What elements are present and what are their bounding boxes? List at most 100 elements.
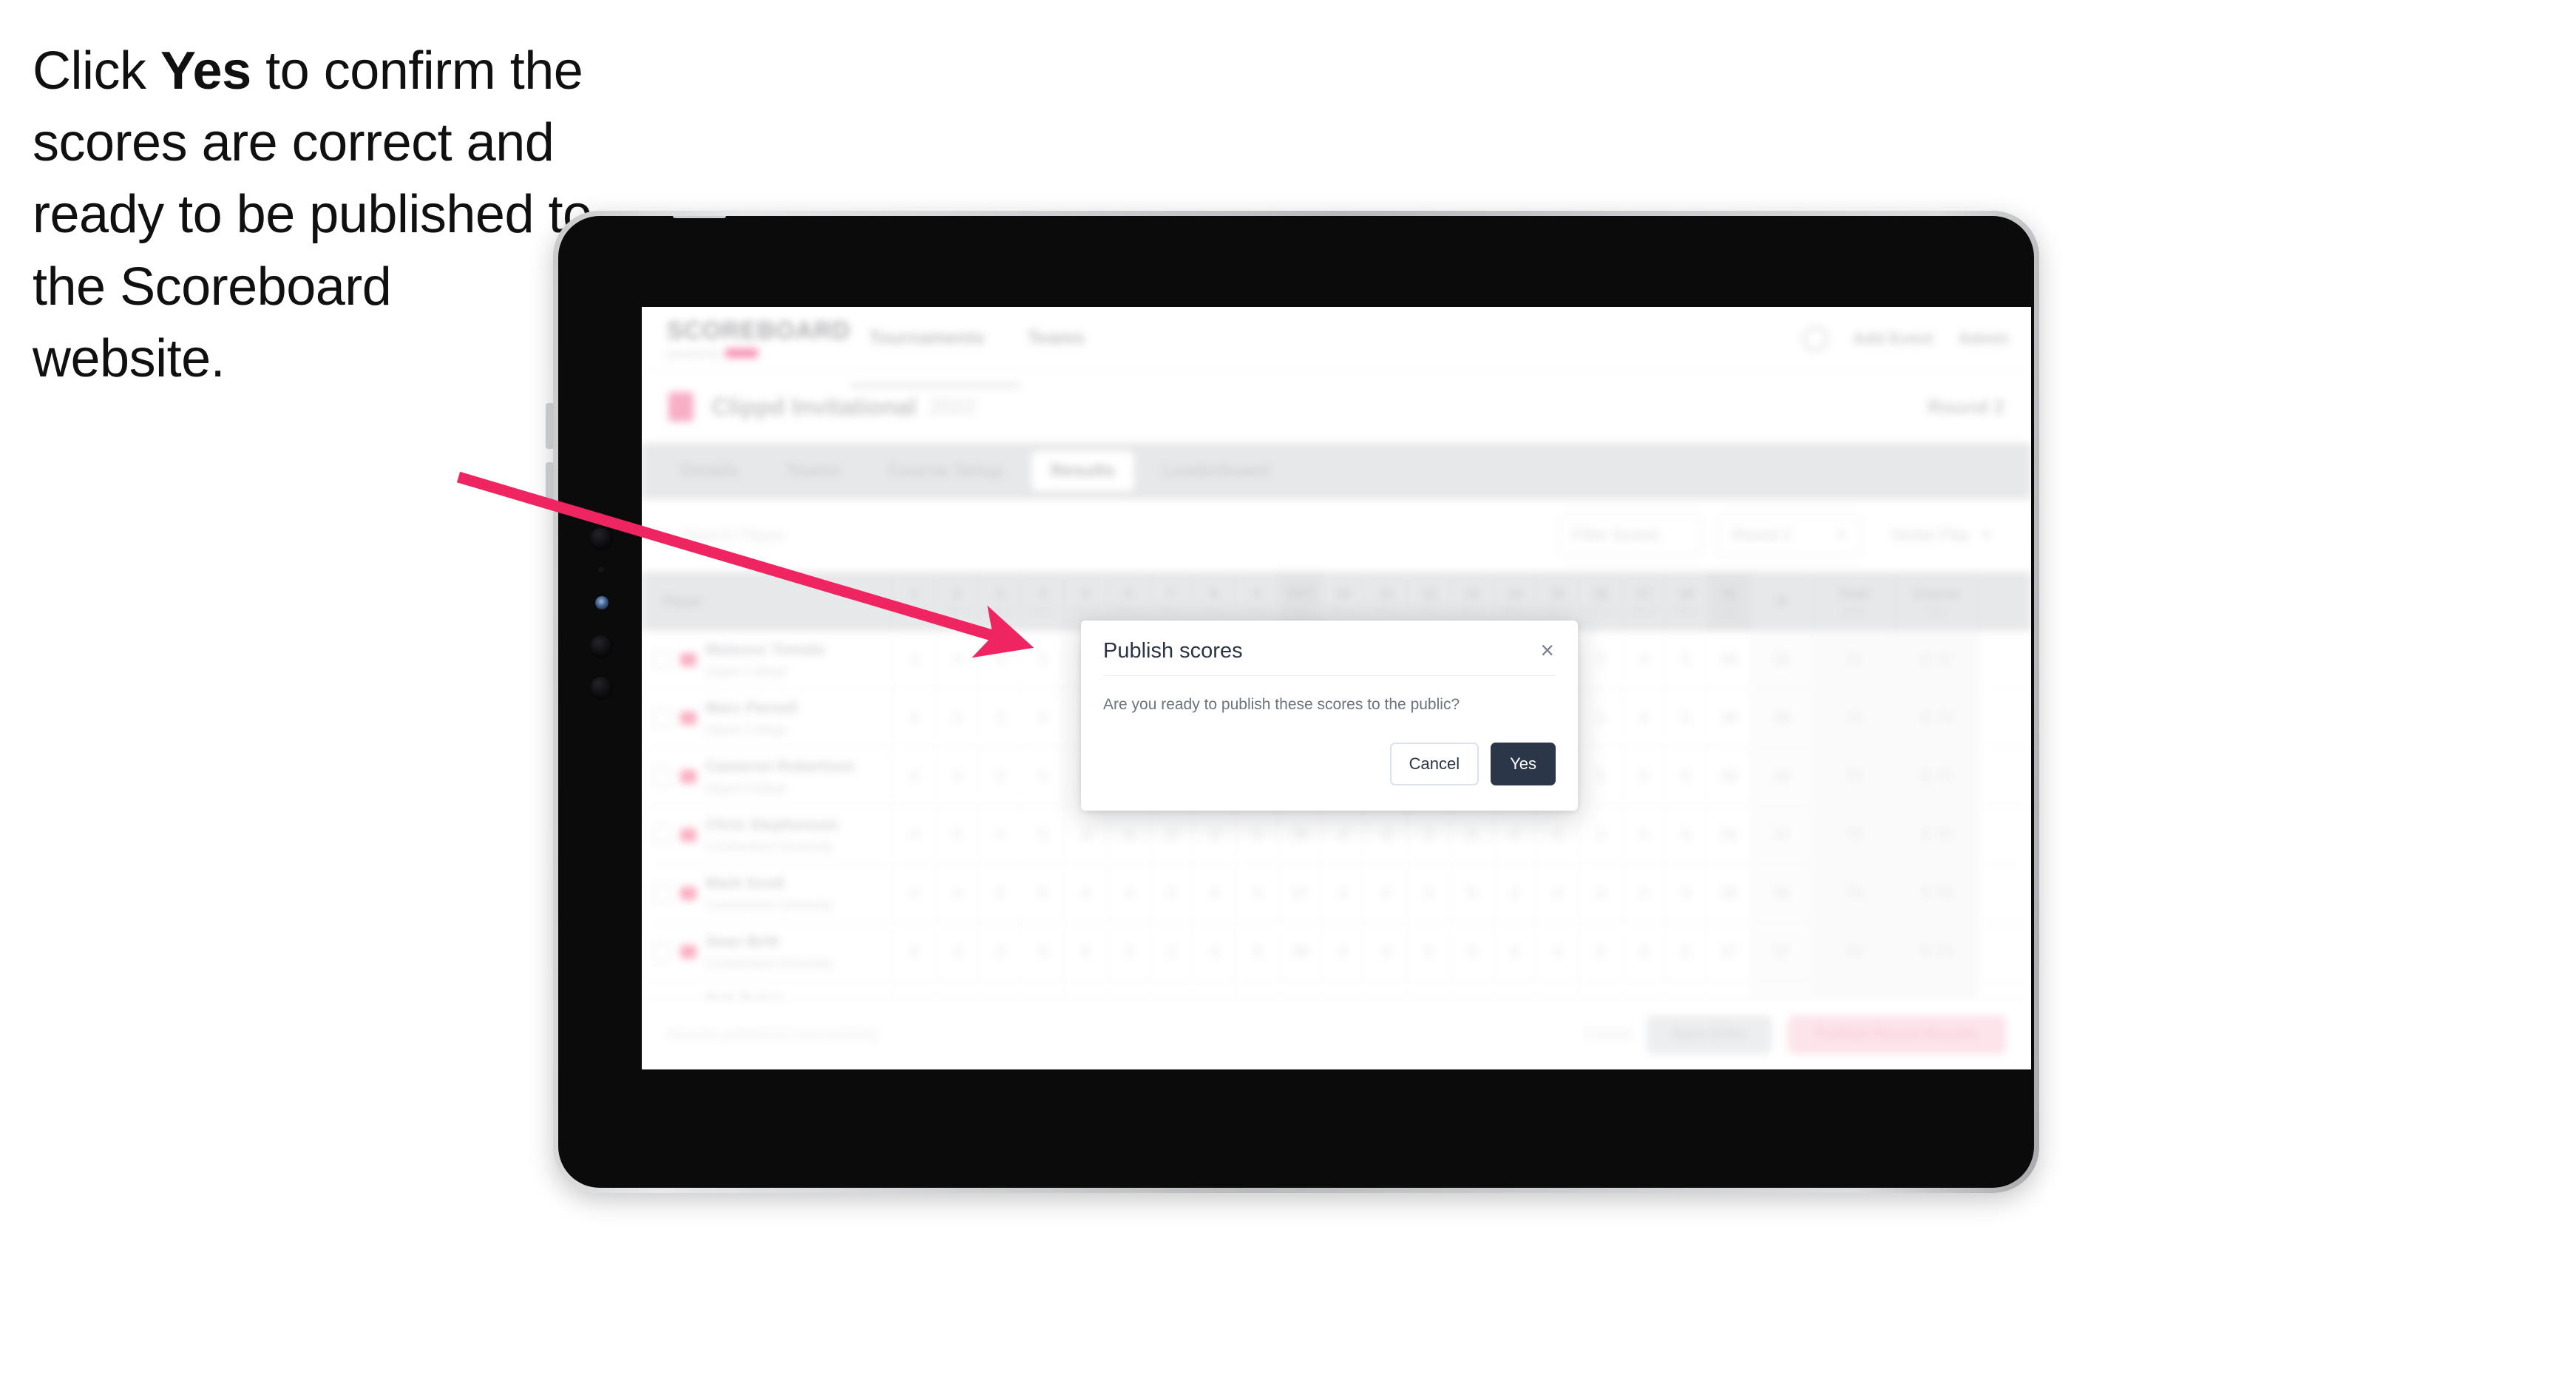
score-cell[interactable]: 3	[979, 865, 1022, 922]
row-checkbox[interactable]	[652, 884, 671, 903]
score-cell[interactable]: 4	[1622, 923, 1665, 981]
score-cell[interactable]: 4	[1322, 923, 1365, 981]
score-cell[interactable]: 3	[1150, 865, 1193, 922]
score-cell[interactable]: 4	[1622, 865, 1665, 922]
cancel-link[interactable]: Cancel	[1584, 1026, 1630, 1043]
score-cell[interactable]: 3	[1150, 923, 1193, 981]
avatar[interactable]	[1802, 325, 1828, 351]
score-cell[interactable]: 5	[1022, 865, 1065, 922]
score-cell[interactable]: 4	[936, 923, 979, 981]
score-cell[interactable]: 5	[1451, 806, 1494, 864]
score-cell[interactable]: 5	[1665, 631, 1708, 689]
nav-link-teams[interactable]: Teams	[1028, 328, 1085, 349]
row-checkbox[interactable]	[652, 767, 671, 786]
score-cell[interactable]: 3	[1408, 923, 1451, 981]
score-cell[interactable]: 4	[1193, 806, 1236, 864]
score-cell[interactable]: 5	[1022, 923, 1065, 981]
round-dropdown[interactable]: Round 2 ▼	[1717, 515, 1862, 556]
score-cell[interactable]: 38	[1279, 806, 1322, 864]
score-cell[interactable]: 4	[936, 865, 979, 922]
score-cell[interactable]: 4	[1065, 806, 1108, 864]
score-cell[interactable]: 4	[1193, 923, 1236, 981]
score-cell[interactable]: 4	[936, 748, 979, 805]
yes-button[interactable]: Yes	[1491, 743, 1556, 786]
row-checkbox[interactable]	[652, 825, 671, 845]
score-cell[interactable]: 4	[1365, 923, 1408, 981]
score-cell[interactable]: 4	[893, 748, 936, 805]
score-cell[interactable]: 4	[1108, 865, 1150, 922]
score-cell[interactable]: 3	[979, 689, 1022, 747]
score-cell[interactable]: 3	[1408, 806, 1451, 864]
score-cell[interactable]: 3	[1579, 631, 1622, 689]
cancel-button[interactable]: Cancel	[1389, 743, 1479, 786]
score-cell[interactable]: 5	[1236, 806, 1279, 864]
score-cell[interactable]: 4	[893, 689, 936, 747]
score-cell[interactable]: 36	[1708, 631, 1751, 689]
score-cell[interactable]: 5	[1665, 923, 1708, 981]
score-cell[interactable]: 4	[1065, 865, 1108, 922]
score-cell[interactable]: 4	[936, 631, 979, 689]
tab-teams[interactable]: Teams	[767, 451, 860, 491]
score-cell[interactable]: 4	[893, 806, 936, 864]
score-cell[interactable]: 4	[1536, 865, 1579, 922]
score-cell[interactable]: 5	[1022, 748, 1065, 805]
tab-course-setup[interactable]: Course Setup	[869, 451, 1023, 491]
score-cell[interactable]: 4	[1494, 923, 1536, 981]
score-cell[interactable]: 3	[979, 631, 1022, 689]
score-cell[interactable]: 4	[979, 806, 1022, 864]
score-cell[interactable]: 37	[1708, 923, 1751, 981]
score-cell[interactable]: 3	[1579, 923, 1622, 981]
tab-leaderboard[interactable]: Leaderboard	[1143, 451, 1289, 491]
score-cell[interactable]: 5	[1451, 865, 1494, 922]
score-cell[interactable]: 36	[1708, 689, 1751, 747]
score-cell[interactable]: 4	[1622, 806, 1665, 864]
score-cell[interactable]: 5	[1022, 631, 1065, 689]
table-row[interactable]: Sean Britt Cumberland University 4 4 3 5 4 4 3 4 5…	[642, 923, 2031, 981]
score-cell[interactable]: 4	[1108, 923, 1150, 981]
row-checkbox[interactable]	[652, 650, 671, 669]
score-cell[interactable]: 4	[1322, 865, 1365, 922]
tab-details[interactable]: Details	[661, 451, 758, 491]
score-cell[interactable]: 4	[1365, 865, 1408, 922]
score-cell[interactable]: 3	[1579, 689, 1622, 747]
score-cell[interactable]: 36	[1708, 865, 1751, 922]
publish-round-results-button[interactable]: Publish Round Results	[1788, 1015, 2006, 1054]
score-cell[interactable]: 3	[1579, 865, 1622, 922]
score-cell[interactable]: 5	[1665, 806, 1708, 864]
score-cell[interactable]: 5	[936, 806, 979, 864]
save-edits-button[interactable]: Save Edits	[1646, 1015, 1772, 1054]
nav-link-add-event[interactable]: Add Event	[1853, 329, 1933, 348]
score-cell[interactable]: 4	[893, 865, 936, 922]
score-cell[interactable]: 5	[936, 689, 979, 747]
score-cell[interactable]: 5	[1022, 689, 1065, 747]
row-checkbox[interactable]	[652, 942, 671, 961]
format-dropdown[interactable]: Stroke Play ▼	[1877, 515, 2006, 556]
score-cell[interactable]: 4	[1322, 806, 1365, 864]
score-cell[interactable]: 36	[1279, 923, 1322, 981]
row-checkbox[interactable]	[652, 709, 671, 728]
app-logo[interactable]: SCOREBOARD powered by	[667, 318, 850, 359]
score-cell[interactable]: 5	[1022, 806, 1065, 864]
score-cell[interactable]: 3	[1579, 748, 1622, 805]
score-cell[interactable]: 4	[1622, 689, 1665, 747]
score-cell[interactable]: 5	[1665, 748, 1708, 805]
score-cell[interactable]: 4	[1108, 806, 1150, 864]
nav-link-admin[interactable]: Admin	[1959, 329, 2009, 348]
score-cell[interactable]: 3	[979, 748, 1022, 805]
score-cell[interactable]: 4	[1193, 865, 1236, 922]
score-cell[interactable]: 36	[1708, 806, 1751, 864]
close-icon[interactable]: ×	[1525, 638, 1556, 662]
score-cell[interactable]: 3	[1150, 806, 1193, 864]
score-cell[interactable]: 5	[1236, 865, 1279, 922]
score-cell[interactable]: 5	[1451, 923, 1494, 981]
tab-results[interactable]: Results	[1031, 451, 1134, 491]
score-cell[interactable]: 3	[979, 923, 1022, 981]
score-cell[interactable]: 4	[893, 631, 936, 689]
power-button[interactable]	[546, 462, 554, 508]
score-cell[interactable]: 5	[1665, 865, 1708, 922]
score-cell[interactable]: 4	[1494, 865, 1536, 922]
score-cell[interactable]: 4	[1622, 748, 1665, 805]
score-cell[interactable]: 5	[1665, 689, 1708, 747]
score-cell[interactable]: 4	[1065, 923, 1108, 981]
score-cell[interactable]: 37	[1279, 865, 1322, 922]
